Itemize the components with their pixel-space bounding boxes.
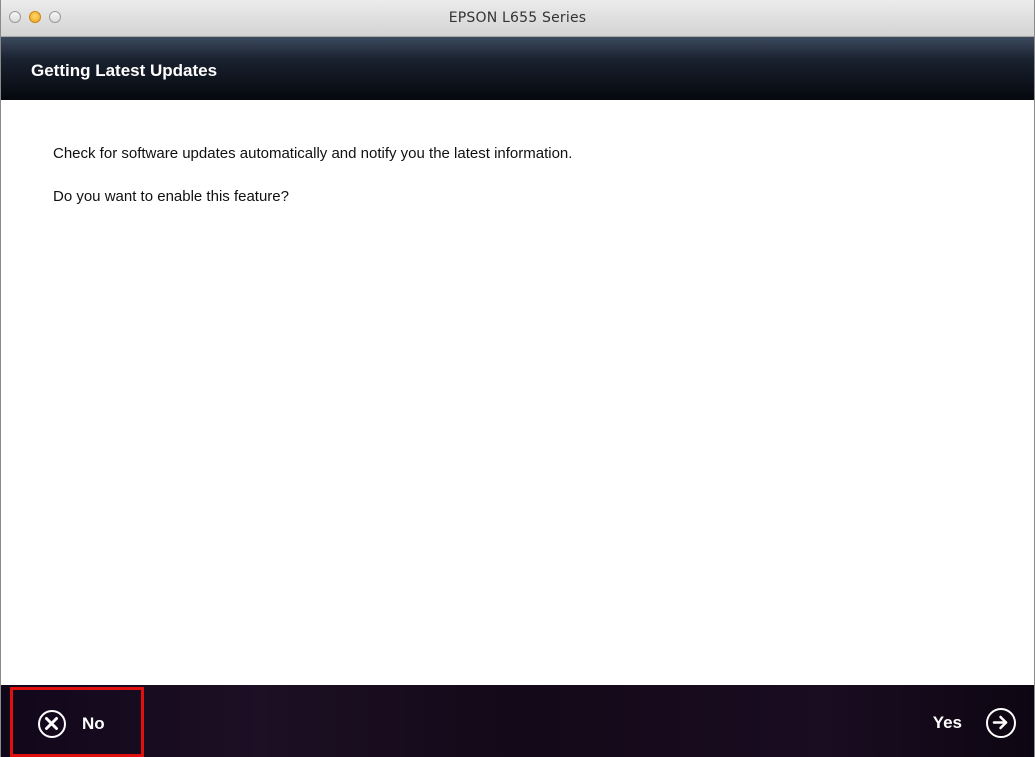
no-button-label: No xyxy=(82,714,105,733)
close-circle-icon xyxy=(38,710,66,738)
page-title: Getting Latest Updates xyxy=(31,61,218,80)
enable-question: Do you want to enable this feature? xyxy=(53,188,289,205)
yes-button-label: Yes xyxy=(932,713,962,732)
title-bar[interactable]: EPSON L655 Series xyxy=(1,0,1034,37)
window-title: EPSON L655 Series xyxy=(448,10,587,26)
footer-bar: No Yes xyxy=(1,685,1034,757)
yes-button[interactable]: Yes xyxy=(906,687,1026,757)
no-button[interactable]: No xyxy=(10,687,144,757)
content-area: Check for software updates automatically… xyxy=(1,100,1034,685)
installer-window: EPSON L655 Series Getting Latest Updates… xyxy=(0,0,1035,757)
page-header: Getting Latest Updates xyxy=(1,37,1034,100)
arrow-right-circle-icon xyxy=(986,708,1016,738)
update-description: Check for software updates automatically… xyxy=(53,145,573,162)
